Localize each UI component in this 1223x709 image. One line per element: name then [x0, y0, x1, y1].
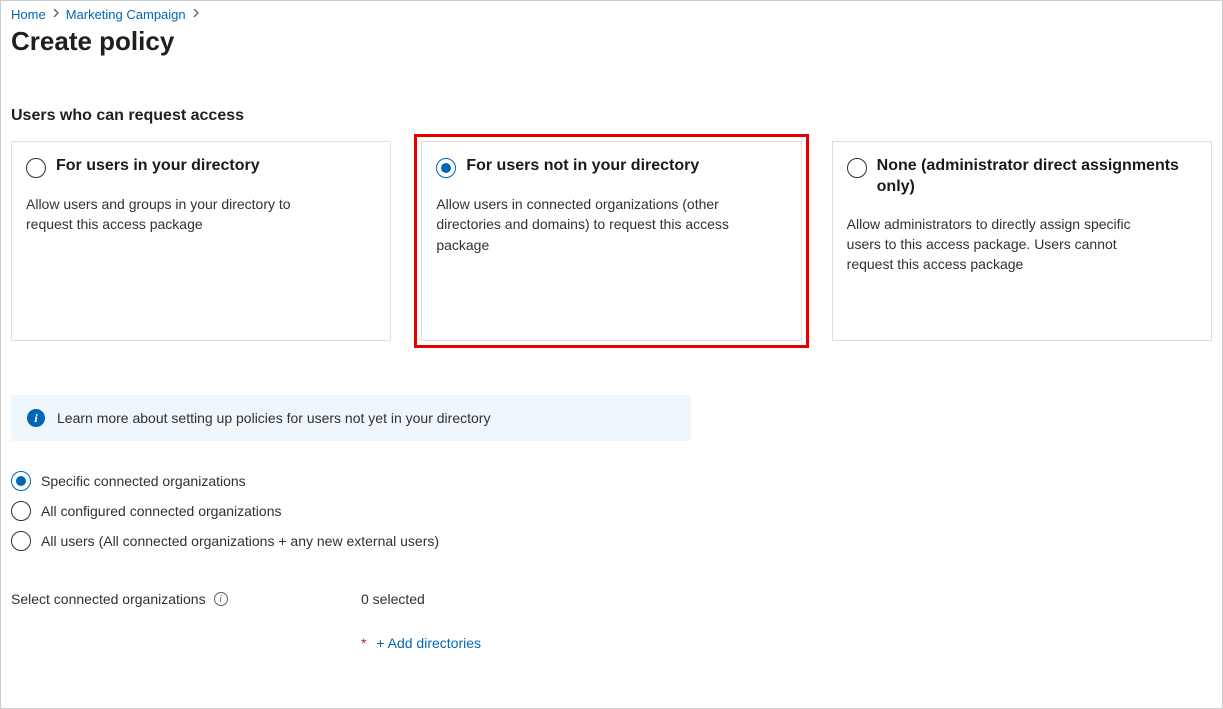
required-indicator: * — [361, 635, 366, 651]
info-icon: i — [27, 409, 45, 427]
info-icon[interactable]: i — [214, 592, 228, 606]
radio-icon — [11, 531, 31, 551]
card-title: For users not in your directory — [466, 156, 699, 177]
card-users-not-in-directory[interactable]: For users not in your directory Allow us… — [421, 141, 801, 341]
radio-icon — [26, 158, 46, 178]
radio-icon — [11, 471, 31, 491]
card-title: None (administrator direct assignments o… — [877, 156, 1197, 198]
chevron-right-icon — [192, 9, 200, 20]
card-description: Allow users and groups in your directory… — [26, 194, 326, 235]
select-connected-orgs-label: Select connected organizations — [11, 591, 206, 607]
radio-specific-connected-orgs[interactable]: Specific connected organizations — [11, 471, 1212, 491]
radio-icon — [436, 158, 456, 178]
radio-all-configured-orgs[interactable]: All configured connected organizations — [11, 501, 1212, 521]
radio-label: All users (All connected organizations +… — [41, 533, 439, 549]
card-description: Allow users in connected organizations (… — [436, 194, 736, 255]
select-connected-orgs-row: Select connected organizations i 0 selec… — [11, 591, 1212, 651]
radio-icon — [11, 501, 31, 521]
card-none-admin-only[interactable]: None (administrator direct assignments o… — [832, 141, 1212, 341]
breadcrumb: Home Marketing Campaign — [11, 7, 1212, 22]
card-title: For users in your directory — [56, 156, 260, 177]
breadcrumb-home[interactable]: Home — [11, 7, 46, 22]
info-banner[interactable]: i Learn more about setting up policies f… — [11, 395, 691, 441]
page-title: Create policy — [11, 26, 1212, 57]
card-users-in-directory[interactable]: For users in your directory Allow users … — [11, 141, 391, 341]
chevron-right-icon — [52, 9, 60, 20]
radio-all-users[interactable]: All users (All connected organizations +… — [11, 531, 1212, 551]
scope-radio-list: Specific connected organizations All con… — [11, 471, 1212, 551]
breadcrumb-campaign[interactable]: Marketing Campaign — [66, 7, 186, 22]
user-scope-cards: For users in your directory Allow users … — [11, 141, 1212, 341]
radio-icon — [847, 158, 867, 178]
radio-label: All configured connected organizations — [41, 503, 282, 519]
radio-label: Specific connected organizations — [41, 473, 246, 489]
section-users-label: Users who can request access — [11, 107, 1212, 125]
add-directories-link[interactable]: + Add directories — [376, 635, 481, 651]
info-banner-text: Learn more about setting up policies for… — [57, 410, 490, 426]
card-description: Allow administrators to directly assign … — [847, 214, 1147, 275]
selected-count: 0 selected — [361, 591, 481, 607]
